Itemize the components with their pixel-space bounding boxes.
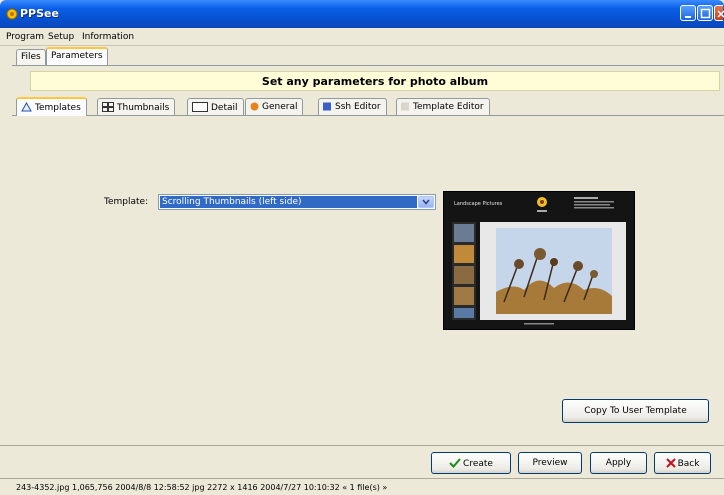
preview-button-label: Preview <box>532 458 568 468</box>
window-title: PPSee <box>20 7 59 20</box>
title-bar[interactable]: PPSee <box>0 0 724 28</box>
minimize-button[interactable] <box>680 5 696 21</box>
tab-template-editor-label: Template Editor <box>413 102 484 112</box>
menu-information[interactable]: Information <box>82 32 134 42</box>
status-bar: 243-4352.jpg 1,065,756 2004/8/8 12:58:52… <box>0 478 724 495</box>
orange-dot-icon <box>250 102 259 111</box>
x-icon <box>665 458 676 468</box>
template-dropdown[interactable]: Scrolling Thumbnails (left side) <box>158 194 436 210</box>
close-button[interactable] <box>714 5 724 21</box>
grid-icon <box>102 102 114 112</box>
tab-detail-label: Detail <box>211 103 238 113</box>
apply-button-label: Apply <box>605 458 632 468</box>
template-label: Template: <box>104 197 149 207</box>
create-button[interactable]: Create <box>431 452 511 474</box>
back-button[interactable]: Back <box>654 452 711 474</box>
back-button-label: Back <box>677 459 700 469</box>
tab-parameters[interactable]: Parameters <box>46 47 108 65</box>
gray-square-icon <box>401 102 409 111</box>
create-button-label: Create <box>463 459 493 469</box>
tab-thumbnails[interactable]: Thumbnails <box>97 98 176 115</box>
tab-ssh-editor-label: Ssh Editor <box>335 102 381 112</box>
tab-detail[interactable]: Detail <box>187 98 244 115</box>
chevron-down-icon <box>422 199 430 205</box>
info-banner: Set any parameters for photo album <box>30 71 720 91</box>
tab-general[interactable]: General <box>245 98 304 115</box>
template-selected-value: Scrolling Thumbnails (left side) <box>160 196 417 208</box>
tab-thumbnails-label: Thumbnails <box>117 103 170 113</box>
app-icon <box>6 8 18 20</box>
tab-template-editor[interactable]: Template Editor <box>396 98 490 115</box>
blank-page-icon <box>192 102 208 112</box>
triangle-icon <box>21 102 32 112</box>
tab-files[interactable]: Files <box>16 49 46 65</box>
menu-setup[interactable]: Setup <box>48 32 74 42</box>
template-preview: Landscape Pictures <box>443 191 635 330</box>
blue-square-icon <box>323 102 331 111</box>
preview-image: Landscape Pictures <box>444 192 634 329</box>
menu-bar: Program Setup Information <box>0 28 724 46</box>
apply-button[interactable]: Apply <box>590 452 647 474</box>
status-text: 243-4352.jpg 1,065,756 2004/8/8 12:58:52… <box>16 483 388 492</box>
tab-general-label: General <box>262 102 298 112</box>
maximize-button[interactable] <box>697 5 713 21</box>
tab-templates[interactable]: Templates <box>16 97 87 116</box>
dropdown-arrow-button[interactable] <box>418 196 434 208</box>
preview-button[interactable]: Preview <box>518 452 582 474</box>
preview-title: Landscape Pictures <box>454 201 503 207</box>
tab-ssh-editor[interactable]: Ssh Editor <box>318 98 387 115</box>
bottom-divider <box>0 445 724 446</box>
checkmark-icon <box>449 458 461 468</box>
inner-tabs-divider <box>12 115 724 116</box>
menu-program[interactable]: Program <box>6 32 44 42</box>
copy-to-user-template-button[interactable]: Copy To User Template <box>562 399 709 423</box>
tab-templates-label: Templates <box>35 103 81 113</box>
